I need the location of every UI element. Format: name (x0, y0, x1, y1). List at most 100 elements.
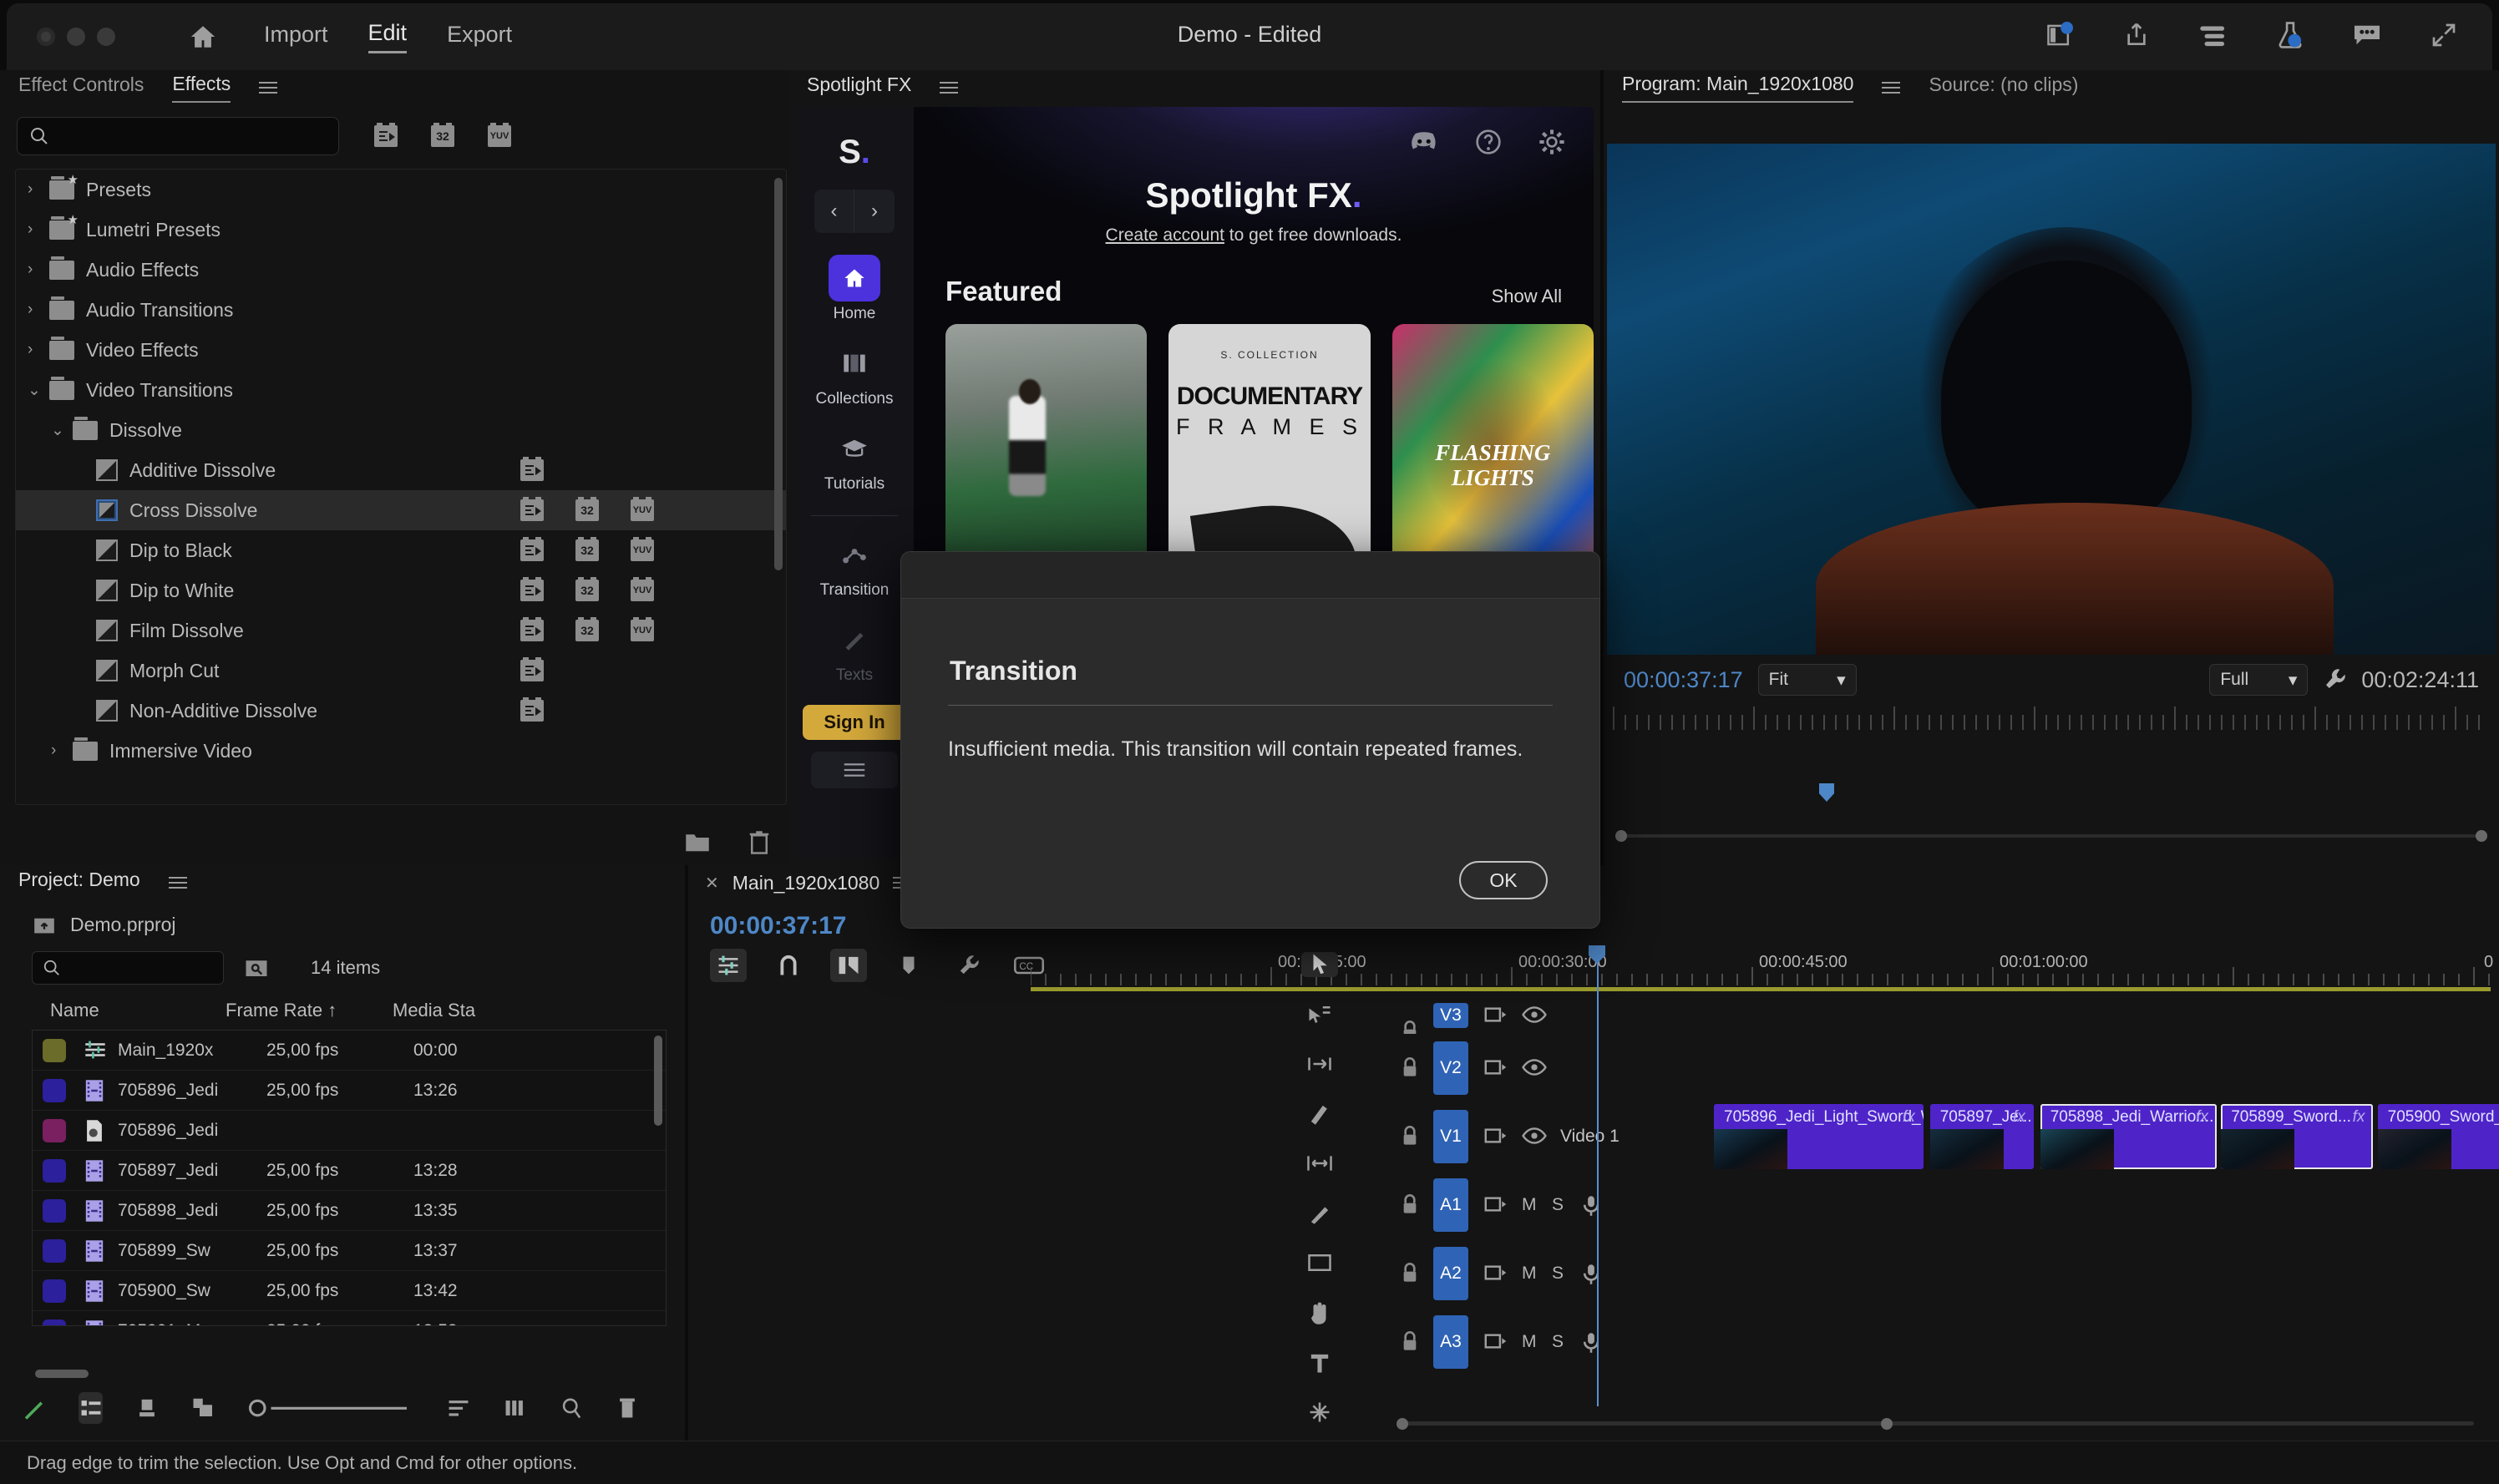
spotlight-panel-menu-icon[interactable] (940, 79, 959, 97)
eye-icon[interactable] (1522, 1058, 1547, 1078)
accelerated-effect-icon[interactable] (374, 123, 398, 147)
table-row[interactable]: 705896_Jedi (33, 1111, 666, 1151)
gear-icon[interactable] (1538, 129, 1565, 155)
eye-icon[interactable] (1522, 1127, 1547, 1147)
effects-tree-row[interactable]: Morph Cut (16, 651, 786, 691)
program-panel-menu-icon[interactable] (1882, 79, 1901, 97)
lock-icon[interactable] (1402, 1126, 1418, 1146)
thumbnail-size-icon[interactable] (503, 1392, 527, 1424)
ripple-edit-tool-icon[interactable] (1301, 1052, 1338, 1077)
item-color-swatch[interactable] (43, 1279, 66, 1303)
effects-tree-row[interactable]: › Audio Transitions (16, 290, 786, 330)
pen-green-icon[interactable] (22, 1392, 47, 1424)
timeline-clip[interactable]: 705896_Jedi_Light_Sword_W...fx (1714, 1104, 1924, 1169)
project-panel-menu-icon[interactable] (168, 874, 187, 892)
timeline-tool-column[interactable] (1288, 940, 1351, 1425)
sidebar-item-collections[interactable]: Collections (816, 340, 893, 408)
tab-timeline-sequence[interactable]: Main_1920x1080 (732, 872, 879, 894)
track-badge-V2[interactable]: V2 (1433, 1041, 1468, 1095)
table-row[interactable]: 705896_Jedi 25,00 fps 13:26 (33, 1071, 666, 1111)
pen-tool-icon[interactable] (1301, 1201, 1338, 1226)
sign-in-button[interactable]: Sign In (803, 705, 906, 740)
chevron-right-icon[interactable]: › (28, 220, 49, 239)
timeline-zoom-handle-right[interactable] (1881, 1418, 1893, 1430)
comments-icon[interactable] (2350, 18, 2384, 52)
more-tools-icon[interactable] (1301, 1400, 1338, 1426)
program-video-preview[interactable] (1607, 144, 2496, 655)
program-zoom-select[interactable]: Fit ▾ (1757, 664, 1857, 696)
yuv-color-icon[interactable]: YUV (488, 123, 511, 147)
timeline-track[interactable]: V2 (1371, 1034, 2499, 1102)
delete-icon[interactable] (748, 830, 773, 854)
sequence-settings-icon[interactable] (710, 949, 747, 982)
menu-export[interactable]: Export (447, 22, 512, 53)
timeline-clip-area[interactable]: 705896_Jedi_Light_Sword_W...fx705897_Je.… (1714, 1102, 2499, 1171)
effects-tree-row[interactable]: › Presets (16, 170, 786, 210)
project-item-list[interactable]: Main_1920x 25,00 fps 00:00 705896_Jedi 25,00… (32, 1030, 667, 1326)
spotlight-menu-button[interactable] (811, 752, 898, 788)
solo-track-button[interactable]: S (1552, 1332, 1567, 1352)
timeline-track[interactable]: A2 M S (1371, 1239, 2499, 1308)
tab-program-monitor[interactable]: Program: Main_1920x1080 (1622, 73, 1854, 103)
timeline-zoom-handle-left[interactable] (1396, 1418, 1408, 1430)
settings-wrench-icon[interactable] (2323, 667, 2346, 692)
lock-icon[interactable] (1402, 1194, 1418, 1214)
timeline-clip[interactable]: 705899_Sword... fx (2221, 1104, 2374, 1169)
track-header-A3[interactable]: A3 M S (1371, 1308, 1714, 1376)
sidebar-item-transition[interactable]: Transition (820, 531, 889, 600)
mute-track-button[interactable]: M (1522, 1332, 1537, 1352)
effects-tree-row[interactable]: Additive Dissolve (16, 450, 786, 490)
item-color-swatch[interactable] (43, 1158, 66, 1183)
timeline-clip[interactable]: 705897_Je... fx (1929, 1104, 2034, 1169)
properties-icon[interactable] (2197, 18, 2230, 52)
effects-panel-tabs[interactable]: Effect Controls Effects (0, 70, 802, 105)
timeline-clip[interactable]: 705900_Sword_Martial...fx (2377, 1104, 2499, 1169)
project-list-hscrollbar[interactable] (35, 1370, 89, 1378)
sort-icon[interactable] (447, 1392, 471, 1424)
effects-tree-row[interactable]: › Video Effects (16, 330, 786, 370)
close-window-button[interactable] (37, 28, 55, 46)
project-list-scrollbar[interactable] (654, 1036, 662, 1126)
effects-tree-row[interactable]: › Immersive Video (16, 731, 786, 771)
timeline-work-area-bar[interactable] (1031, 987, 2491, 991)
tab-effects[interactable]: Effects (172, 73, 231, 103)
timeline-track[interactable]: V1Video 1705896_Jedi_Light_Sword_W...fx7… (1371, 1102, 2499, 1171)
linked-selection-icon[interactable] (830, 949, 867, 982)
project-column-headers[interactable]: Name Frame Rate ↑ Media Sta (0, 985, 685, 1030)
spotlight-panel-tabs[interactable]: Spotlight FX (788, 70, 1600, 105)
fullscreen-icon[interactable] (2427, 18, 2461, 52)
maximize-window-button[interactable] (97, 28, 115, 46)
program-quality-select[interactable]: Full ▾ (2209, 664, 2309, 696)
marker-icon[interactable] (890, 949, 927, 982)
table-row[interactable]: 705900_Sw 25,00 fps 13:42 (33, 1271, 666, 1311)
new-bin-icon[interactable] (685, 830, 710, 853)
lab-beaker-icon[interactable] (2273, 18, 2307, 52)
rectangle-tool-icon[interactable] (1301, 1251, 1338, 1276)
lock-icon[interactable] (1402, 1263, 1418, 1283)
transition-dialog[interactable]: Transition Insufficient media. This tran… (900, 551, 1600, 929)
track-header-V1[interactable]: V1 Video 1 (1371, 1102, 1714, 1171)
show-all-button[interactable]: Show All (1492, 286, 1562, 307)
find-in-bin-icon[interactable] (244, 956, 269, 980)
project-panel-tabs[interactable]: Project: Demo (0, 865, 685, 900)
window-layout-icon[interactable] (2043, 18, 2076, 52)
effects-tree-row[interactable]: Dip to Black 32 YUV (16, 530, 786, 570)
table-row[interactable]: 705899_Sw 25,00 fps 13:37 (33, 1231, 666, 1271)
chevron-right-icon[interactable]: › (51, 742, 73, 760)
effects-tree-row[interactable]: Dip to White 32 YUV (16, 570, 786, 610)
chevron-right-icon[interactable]: › (28, 341, 49, 359)
eye-icon[interactable] (1522, 1005, 1547, 1026)
toggle-output-icon[interactable] (1483, 1058, 1507, 1078)
timeline-track[interactable]: A3 M S (1371, 1308, 2499, 1376)
dialog-ok-button[interactable]: OK (1459, 861, 1548, 899)
spotlight-top-icons[interactable] (1410, 129, 1565, 155)
mic-icon[interactable] (1582, 1264, 1605, 1284)
tab-project-demo[interactable]: Project: Demo (18, 869, 140, 897)
track-header-A1[interactable]: A1 M S (1371, 1171, 1714, 1239)
razor-tool-icon[interactable] (1301, 1102, 1338, 1127)
project-file-row[interactable]: Demo.prproj (0, 900, 685, 945)
effects-search-box[interactable] (17, 117, 339, 155)
effects-tree-row[interactable]: Non-Additive Dissolve (16, 691, 786, 731)
effects-tree-row[interactable]: Film Dissolve 32 YUV (16, 610, 786, 651)
discord-icon[interactable] (1410, 129, 1438, 155)
